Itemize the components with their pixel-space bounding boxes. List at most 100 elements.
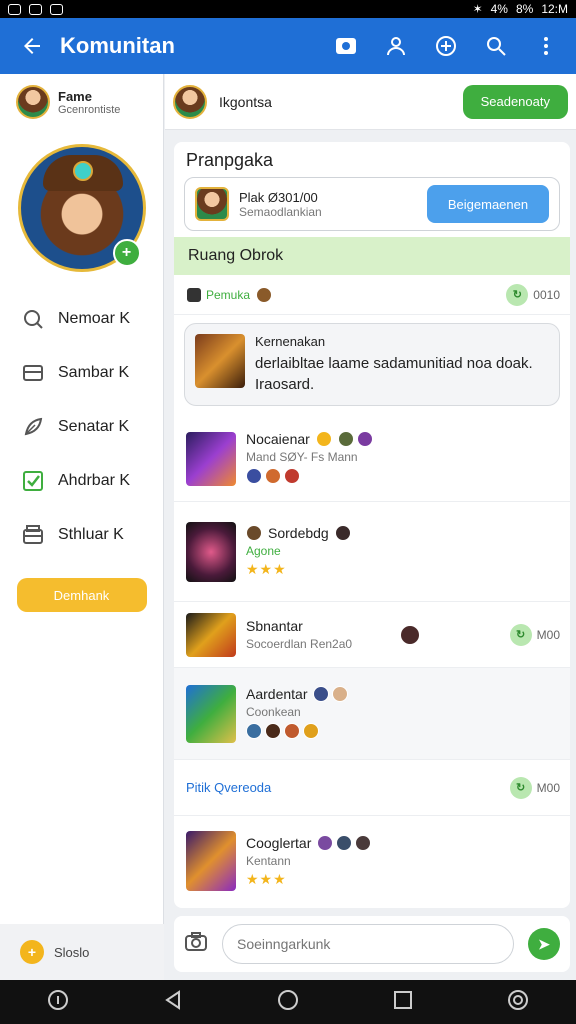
list-item[interactable]: Sordebdg Agone ★★★ — [174, 502, 570, 602]
add-avatar-icon[interactable]: + — [112, 239, 141, 267]
person-icon[interactable] — [378, 28, 414, 64]
emoji-icon — [315, 430, 332, 447]
badge-icon — [303, 722, 319, 739]
sidebar-item-4[interactable]: Ahdrbar K — [0, 454, 163, 508]
info-icon[interactable] — [46, 988, 70, 1017]
item-title: Nocaienar — [246, 430, 310, 447]
list-item[interactable]: Nocaienar Mand SØY- Fs Mann — [174, 416, 570, 502]
link-row[interactable]: Pitik Qvereoda ↻ M00 — [174, 760, 570, 816]
avatar — [355, 834, 372, 851]
badge-icon — [246, 722, 262, 739]
send-icon[interactable]: ➤ — [528, 928, 560, 960]
sidebar-profile[interactable]: Fame Gcenrontiste — [0, 74, 163, 130]
message-input[interactable] — [222, 924, 514, 964]
message-composer: ➤ — [174, 916, 570, 972]
wifi-icon: ✶ — [472, 2, 483, 16]
cloud-icon — [50, 3, 63, 15]
add-icon[interactable] — [428, 28, 464, 64]
invite-button[interactable]: Beigemaenen — [427, 185, 549, 223]
sidebar-item-3[interactable]: Senatar K — [0, 400, 163, 454]
link-label[interactable]: Pitik Qvereoda — [186, 780, 510, 795]
avatar — [256, 286, 273, 303]
battery-text: 8% — [515, 2, 534, 16]
section-label: Pemuka — [206, 287, 251, 302]
count-icon: ↻ — [509, 623, 532, 646]
count-text: M00 — [536, 627, 560, 642]
status-bar: ✶ 4% 8% 12:M — [0, 0, 576, 18]
item-title: Cooglertar — [246, 834, 312, 851]
rating-stars: ★★★ — [246, 561, 287, 577]
game-thumbnail — [186, 831, 236, 891]
game-thumbnail — [186, 684, 236, 743]
list-item[interactable]: Sbnantar Socoerdlan Ren2a0 ↻ M00 — [174, 602, 570, 668]
checkbox-icon — [22, 470, 44, 492]
count-icon: ↻ — [506, 283, 529, 306]
invite-subtitle: Semaodlankian — [239, 204, 322, 219]
sidebar-item-1[interactable]: Nemoar K — [0, 292, 163, 346]
badge-icon — [246, 467, 262, 484]
main-card: Pranpgaka Plak Ø301/00 Semaodlankian Bei… — [174, 142, 570, 908]
camera-icon[interactable] — [184, 930, 208, 959]
avatar — [332, 685, 349, 702]
system-nav-bar — [0, 980, 576, 1024]
conversation-header: Ikgontsa Seadenoaty — [165, 74, 576, 130]
invite-box: Plak Ø301/00 Semaodlankian Beigemaenen — [184, 177, 560, 231]
item-subtitle: Mand SØY- Fs Mann — [246, 449, 358, 464]
hero-avatar[interactable]: + — [17, 144, 146, 272]
list-item[interactable]: Cooglertar Kentann ★★★ — [174, 816, 570, 906]
coin-icon: + — [20, 940, 44, 964]
count-pill: ↻ M00 — [509, 623, 560, 646]
message-bubble[interactable]: Kernenakan derlaibltae laame sadamunitia… — [184, 323, 560, 406]
header-action-button[interactable]: Seadenoaty — [462, 84, 568, 119]
item-subtitle: Kentann — [246, 853, 291, 868]
avatar — [337, 430, 354, 447]
profile-name: Fame — [58, 88, 92, 104]
more-icon[interactable] — [528, 28, 564, 64]
back-icon[interactable] — [161, 988, 185, 1017]
badge-icon — [265, 467, 281, 484]
time-text: 12:M — [541, 2, 568, 16]
home-icon[interactable] — [276, 988, 300, 1017]
avatar — [313, 685, 330, 702]
assistant-icon[interactable] — [506, 988, 530, 1017]
sidebar-footer[interactable]: + Sloslo — [0, 924, 164, 980]
inbox-icon — [22, 362, 44, 384]
camera-icon[interactable] — [328, 28, 364, 64]
search-icon[interactable] — [478, 28, 514, 64]
avatar — [317, 834, 334, 851]
item-title: Sbnantar — [246, 618, 303, 634]
recents-icon[interactable] — [391, 988, 415, 1017]
section-row[interactable]: Pemuka ↻ 0010 — [174, 275, 570, 315]
badge-icon — [186, 286, 202, 303]
item-subtitle: Agone — [246, 544, 281, 558]
sidebar-button[interactable]: Demhank — [16, 578, 147, 612]
game-thumbnail — [186, 612, 236, 657]
game-thumbnail — [186, 521, 236, 582]
sidebar-item-5[interactable]: Sthluar K — [0, 508, 163, 562]
gem-shape — [72, 161, 93, 181]
count-pill: ↻ M00 — [509, 776, 560, 799]
conversation-name: Ikgontsa — [219, 93, 272, 110]
sidebar: Fame Gcenrontiste + Nemoar K Sambar K Se… — [0, 74, 164, 980]
item-subtitle: Socoerdlan Ren2a0 — [246, 637, 353, 651]
list-item[interactable]: Aardentar Coonkean — [174, 668, 570, 760]
avatar — [356, 430, 373, 447]
invite-title: Plak Ø301/00 — [239, 189, 318, 205]
back-arrow-icon[interactable] — [12, 26, 52, 66]
message-author: Kernenakan — [255, 334, 326, 349]
archive-icon — [22, 524, 44, 546]
message-text: derlaibltae laame sadamunitiad noa doak.… — [255, 355, 533, 393]
signal-text: 4% — [490, 2, 508, 16]
avatar[interactable] — [173, 84, 207, 119]
message-avatar — [195, 334, 245, 388]
feather-icon — [22, 416, 44, 438]
avatar — [195, 187, 229, 221]
sidebar-item-label: Senatar K — [58, 418, 130, 435]
card-title: Pranpgaka — [186, 150, 274, 170]
avatar — [334, 525, 351, 541]
count-pill: ↻ 0010 — [506, 283, 560, 306]
sidebar-item-2[interactable]: Sambar K — [0, 346, 163, 400]
avatar — [399, 624, 420, 645]
avatar — [336, 834, 353, 851]
count-icon: ↻ — [509, 776, 532, 799]
